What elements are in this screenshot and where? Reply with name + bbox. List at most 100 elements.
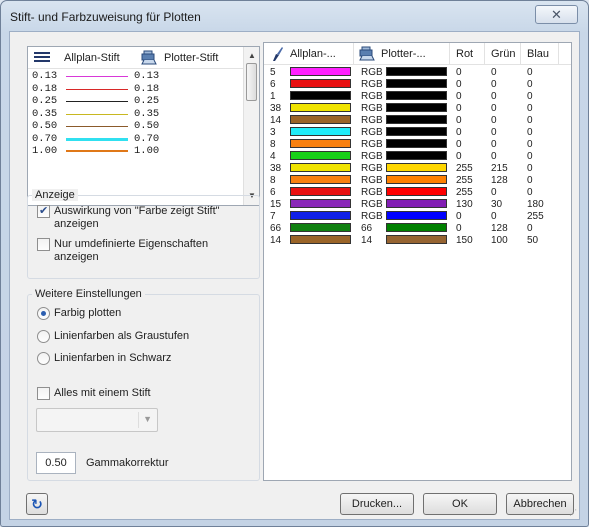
table-row[interactable]: 4 RGB 0 0 0 [264,151,571,163]
plotter-color-swatch [386,91,447,100]
color-mode: RGB [361,199,383,210]
blau-value: 0 [527,175,533,186]
blau-value: 0 [527,127,533,138]
dialog-window: Stift- und Farbzuweisung für Plotten ✕ A… [0,0,589,527]
rot-value: 0 [456,127,462,138]
pen-row[interactable]: 0.25 0.25 [28,95,244,108]
pen-row[interactable]: 0.35 0.35 [28,108,244,121]
blau-value: 0 [527,163,533,174]
cancel-button[interactable]: Abbrechen [506,493,574,515]
allplan-pen-value: 0.50 [32,120,58,132]
rot-value: 255 [456,163,473,174]
only-redefined-label[interactable]: Nur umdefinierte Eigenschaften [54,238,208,251]
pen-list-header: Allplan-Stift Plotter-Stift [28,47,244,69]
col-allplan-stift[interactable]: Allplan-Stift [64,52,120,64]
table-row[interactable]: 3 RGB 0 0 0 [264,127,571,139]
plotter-pen-value: 0.25 [134,95,160,107]
gamma-label: Gammakorrektur [86,457,169,469]
blau-value: 50 [527,235,539,246]
allplan-pen-number: 38 [270,163,282,174]
blau-value: 0 [527,67,533,78]
pen-select-combo[interactable]: ▼ [36,408,158,432]
pen-row[interactable]: 0.13 0.13 [28,70,244,83]
gamma-input[interactable]: 0.50 [36,452,76,474]
gruen-value: 0 [491,79,497,90]
allplan-pen-number: 6 [270,79,276,90]
show-pen-color-label-2[interactable]: anzeigen [54,218,99,231]
plotter-pen-value: 0.70 [134,132,160,145]
allplan-pen-number: 6 [270,187,276,198]
close-button[interactable]: ✕ [535,5,578,24]
pen-line-sample [66,101,128,102]
table-row[interactable]: 5 RGB 0 0 0 [264,67,571,79]
plotter-color-swatch [386,67,447,76]
col-gruen[interactable]: Grün [491,48,515,60]
table-row[interactable]: 38 RGB 0 0 0 [264,103,571,115]
table-row[interactable]: 66 66 0 128 0 [264,223,571,235]
col-plotter[interactable]: Plotter-... [381,48,426,60]
pen-list-scrollbar[interactable]: ▲ ▼ [243,47,259,205]
table-row[interactable]: 1 RGB 0 0 0 [264,91,571,103]
color-mode: RGB [361,115,383,126]
rot-value: 0 [456,67,462,78]
table-row[interactable]: 8 RGB 255 128 0 [264,175,571,187]
color-table-header: Allplan-... Plotter-... Rot Grün Blau [264,43,571,65]
allplan-color-swatch [290,103,351,112]
grayscale-label[interactable]: Linienfarben als Graustufen [54,330,189,343]
col-plotter-stift[interactable]: Plotter-Stift [164,52,218,64]
pen-line-sample [66,76,128,77]
table-row[interactable]: 15 RGB 130 30 180 [264,199,571,211]
check-icon: ✔ [39,205,49,217]
black-radio[interactable] [37,352,50,365]
ok-button[interactable]: OK [423,493,497,515]
table-row[interactable]: 8 RGB 0 0 0 [264,139,571,151]
resize-grip-icon[interactable]: ⋰ [569,508,577,517]
col-rot[interactable]: Rot [456,48,473,60]
single-pen-label[interactable]: Alles mit einem Stift [54,387,151,400]
show-pen-color-label[interactable]: Auswirkung von "Farbe zeigt Stift" [54,205,220,218]
pen-list[interactable]: Allplan-Stift Plotter-Stift 0.13 0.13 0.18… [27,46,260,206]
table-row[interactable]: 7 RGB 0 0 255 [264,211,571,223]
dialog-title: Stift- und Farbzuweisung für Plotten [10,10,201,24]
col-blau[interactable]: Blau [527,48,549,60]
plotter-pen-value: 0.35 [134,107,160,120]
settings-group-title: Weitere Einstellungen [32,288,145,300]
table-row[interactable]: 6 RGB 0 0 0 [264,79,571,91]
blau-value: 0 [527,91,533,102]
color-mode: RGB [361,211,383,222]
pen-row[interactable]: 0.70 0.70 [28,133,244,146]
col-allplan[interactable]: Allplan-... [290,48,336,60]
color-table-rows: 5 RGB 0 0 0 6 RGB 0 0 0 1 RGB 0 0 0 38 RGB 0 0 0 14 RGB 0 0 0 3 RG… [264,67,571,247]
scroll-up-icon[interactable]: ▲ [248,51,256,60]
pen-row[interactable]: 0.50 0.50 [28,120,244,133]
only-redefined-label-2[interactable]: anzeigen [54,251,99,264]
table-row[interactable]: 14 14 150 100 50 [264,235,571,247]
allplan-pen-number: 8 [270,175,276,186]
chevron-down-icon[interactable]: ▼ [143,414,152,424]
single-pen-checkbox[interactable] [37,387,50,400]
plotter-color-swatch [386,115,447,124]
scroll-thumb[interactable] [246,63,257,101]
grayscale-radio[interactable] [37,330,50,343]
pen-row[interactable]: 1.00 1.00 [28,145,244,158]
black-label[interactable]: Linienfarben in Schwarz [54,352,171,365]
color-plot-label[interactable]: Farbig plotten [54,307,121,320]
reset-button[interactable]: ↻ [26,493,48,515]
table-row[interactable]: 38 RGB 255 215 0 [264,163,571,175]
rot-value: 0 [456,139,462,150]
allplan-pen-value: 0.70 [32,132,58,145]
only-redefined-checkbox[interactable] [37,238,50,251]
color-table[interactable]: Allplan-... Plotter-... Rot Grün Blau 5 R… [263,42,572,481]
gruen-value: 0 [491,67,497,78]
plotter-pen-value: 0.18 [134,82,160,95]
color-plot-radio[interactable] [37,307,50,320]
table-row[interactable]: 6 RGB 255 0 0 [264,187,571,199]
show-pen-color-checkbox[interactable]: ✔ [37,205,50,218]
gruen-value: 128 [491,223,508,234]
table-row[interactable]: 14 RGB 0 0 0 [264,115,571,127]
pen-row[interactable]: 0.18 0.18 [28,83,244,96]
print-button[interactable]: Drucken... [340,493,414,515]
allplan-color-swatch [290,199,351,208]
gruen-value: 0 [491,187,497,198]
col-divider [520,43,521,65]
